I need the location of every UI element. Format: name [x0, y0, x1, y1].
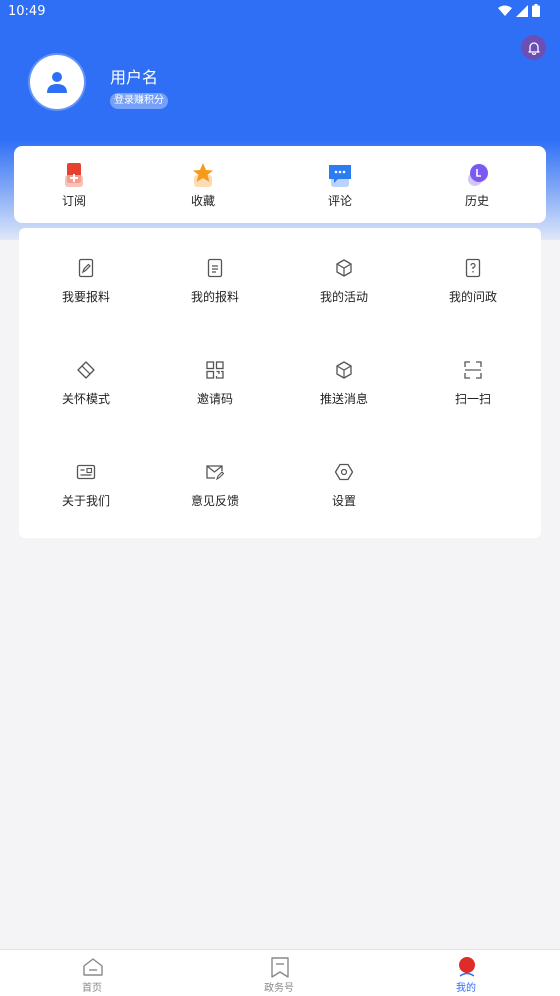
grid-label: 我的问政 — [448, 290, 497, 304]
grid-item-settings[interactable]: 设置 — [294, 462, 394, 522]
qr-grid-icon — [206, 361, 224, 379]
grid-label: 我的活动 — [319, 290, 368, 304]
cube-icon — [336, 259, 352, 277]
quick-actions-card: 订阅 收藏 评论 历史 — [14, 146, 546, 223]
grid-label: 设置 — [331, 494, 356, 508]
history-icon — [468, 164, 488, 186]
quick-comments[interactable]: 评论 — [300, 146, 380, 223]
quick-label: 评论 — [327, 194, 352, 208]
grid-item-push-messages[interactable]: 推送消息 — [294, 360, 394, 420]
grid-label: 我的报料 — [190, 290, 239, 304]
mail-edit-icon — [206, 465, 225, 481]
battery-icon — [532, 4, 540, 17]
wifi-icon — [498, 5, 512, 16]
bookmark-icon — [271, 957, 289, 978]
grid-item-submit-tip[interactable]: 我要报料 — [36, 258, 136, 318]
profile-icon — [459, 957, 475, 977]
scan-icon — [464, 361, 482, 379]
home-icon — [83, 958, 103, 976]
grid-item-scan[interactable]: 扫一扫 — [423, 360, 523, 420]
quick-label: 历史 — [464, 194, 489, 208]
grid-item-care-mode[interactable]: 关怀模式 — [36, 360, 136, 420]
subscribe-icon — [65, 163, 83, 187]
bottom-tab-bar: 首页 政务号 我的 — [0, 949, 560, 996]
star-icon — [193, 163, 213, 187]
grid-label: 扫一扫 — [454, 392, 491, 406]
edit-document-icon — [78, 258, 94, 278]
quick-label: 收藏 — [190, 194, 215, 208]
cube-icon — [336, 361, 352, 379]
avatar[interactable] — [30, 55, 84, 109]
grid-label: 推送消息 — [319, 392, 368, 406]
grid-item-feedback[interactable]: 意见反馈 — [165, 462, 265, 522]
grid-item-my-inquiries[interactable]: 我的问政 — [423, 258, 523, 318]
tab-gov-accounts[interactable]: 政务号 — [239, 950, 319, 996]
grid-item-about-us[interactable]: 关于我们 — [36, 462, 136, 522]
document-icon — [207, 258, 223, 278]
menu-grid-card: 我要报料 我的报料 我的活动 我的问政 关怀模式 邀请码 推送消息 扫一扫 关于… — [19, 228, 541, 538]
question-document-icon — [465, 258, 481, 278]
bell-icon — [527, 41, 540, 55]
username[interactable]: 用户名 — [110, 64, 158, 88]
status-bar: 10:49 — [0, 0, 560, 24]
grid-label: 关于我们 — [61, 494, 110, 508]
grid-label: 邀请码 — [196, 392, 233, 406]
user-avatar-icon — [47, 72, 67, 93]
login-points-badge[interactable]: 登录赚积分 — [110, 93, 168, 109]
tab-mine[interactable]: 我的 — [426, 950, 506, 996]
tab-home[interactable]: 首页 — [52, 950, 132, 996]
signal-icon — [516, 4, 528, 17]
grid-item-my-tips[interactable]: 我的报料 — [165, 258, 265, 318]
tab-label: 首页 — [82, 983, 102, 994]
notification-bell-button[interactable] — [521, 35, 546, 60]
grid-item-my-activities[interactable]: 我的活动 — [294, 258, 394, 318]
quick-label: 订阅 — [61, 194, 86, 208]
tab-label: 政务号 — [264, 983, 294, 994]
comment-icon — [329, 165, 351, 187]
grid-label: 关怀模式 — [61, 392, 110, 406]
quick-history[interactable]: 历史 — [437, 146, 517, 223]
tab-label: 我的 — [456, 983, 476, 994]
care-mode-icon — [77, 361, 95, 379]
id-card-icon — [76, 464, 96, 480]
system-icons — [498, 4, 540, 17]
status-time: 10:49 — [8, 4, 46, 19]
grid-label: 我要报料 — [61, 290, 110, 304]
quick-favorites[interactable]: 收藏 — [163, 146, 243, 223]
hexagon-settings-icon — [334, 463, 354, 481]
quick-subscribe[interactable]: 订阅 — [34, 146, 114, 223]
grid-item-invite-code[interactable]: 邀请码 — [165, 360, 265, 420]
grid-label: 意见反馈 — [190, 494, 239, 508]
